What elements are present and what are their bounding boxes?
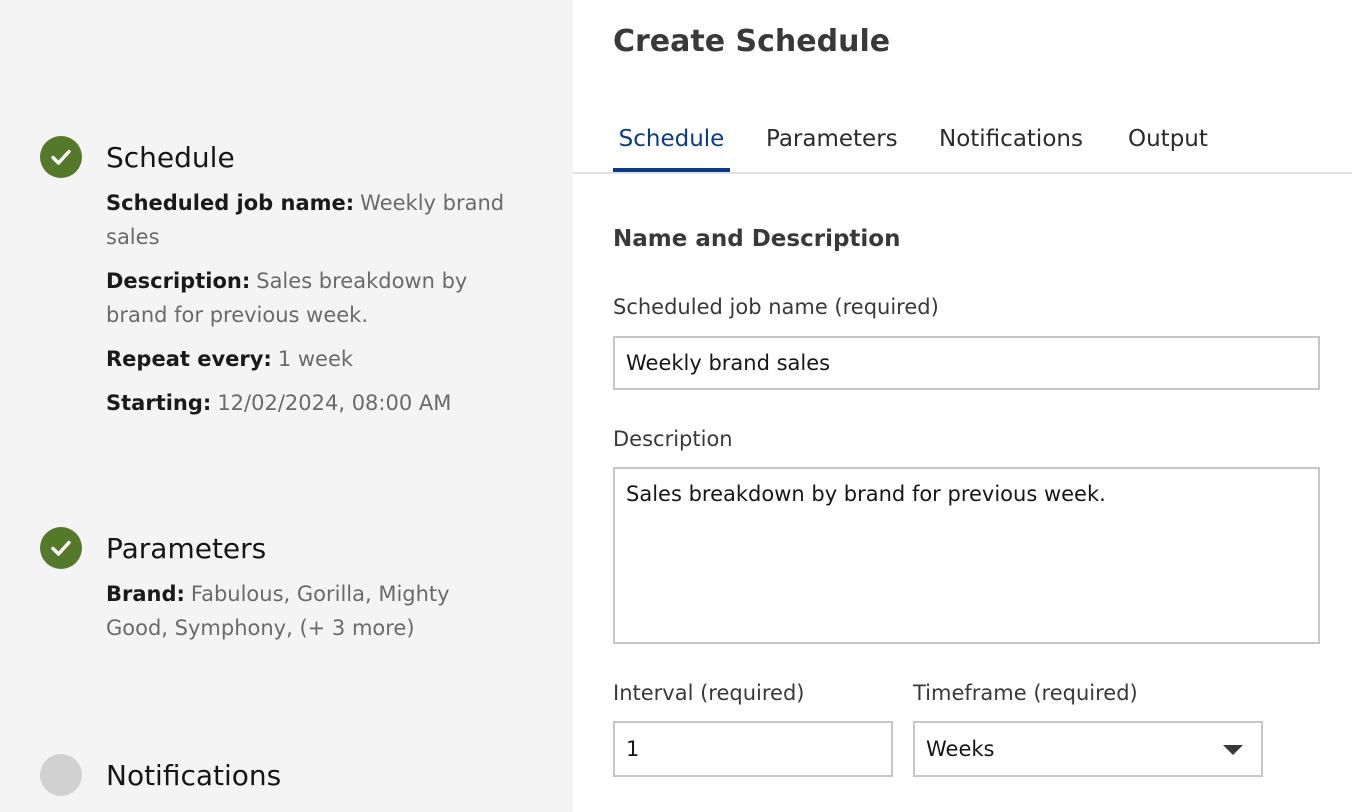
progress-sidebar: Schedule Scheduled job name: Weekly brand… [0, 0, 573, 812]
timeframe-label: Timeframe (required) [913, 681, 1138, 705]
tab-output[interactable]: Output [1128, 126, 1208, 172]
tab-bar: Schedule Parameters Notifications Output [573, 112, 1352, 174]
detail-description: Description: Sales breakdown by brand for… [106, 269, 468, 327]
page-title: Create Schedule [613, 24, 891, 59]
interval-label: Interval (required) [613, 681, 805, 705]
tab-notifications[interactable]: Notifications [939, 126, 1083, 172]
detail-starting: Starting: 12/02/2024, 08:00 AM [106, 391, 452, 415]
description-label: Description [613, 427, 733, 451]
job-name-label: Scheduled job name (required) [613, 295, 939, 319]
detail-repeat: Repeat every: 1 week [106, 347, 354, 371]
job-name-input[interactable]: Weekly brand sales [613, 336, 1320, 390]
timeframe-value: Weeks [926, 737, 995, 761]
interval-input[interactable]: 1 [613, 721, 893, 777]
step-schedule[interactable]: Schedule Scheduled job name: Weekly brand… [40, 136, 506, 430]
main-panel: Create Schedule Schedule Parameters Noti… [573, 0, 1352, 812]
step-notifications[interactable]: Notifications [40, 754, 281, 796]
description-textarea[interactable]: Sales breakdown by brand for previous we… [613, 467, 1320, 644]
checkmark-circle-icon [40, 136, 82, 178]
detail-brand: Brand: Fabulous, Gorilla, Mighty Good, Sy… [106, 582, 450, 640]
timeframe-select[interactable]: Weeks [913, 721, 1263, 777]
empty-circle-icon [40, 754, 82, 796]
section-title: Name and Description [613, 226, 901, 252]
step-title: Notifications [106, 758, 282, 792]
step-title: Parameters [106, 531, 267, 565]
caret-down-icon [1223, 745, 1243, 755]
step-parameters[interactable]: Parameters Brand: Fabulous, Gorilla, Migh… [40, 527, 506, 655]
checkmark-circle-icon [40, 527, 82, 569]
detail-job-name: Scheduled job name: Weekly brand sales [106, 191, 505, 249]
step-title: Schedule [106, 140, 235, 174]
tab-schedule[interactable]: Schedule [613, 126, 730, 172]
tab-parameters[interactable]: Parameters [766, 126, 898, 172]
